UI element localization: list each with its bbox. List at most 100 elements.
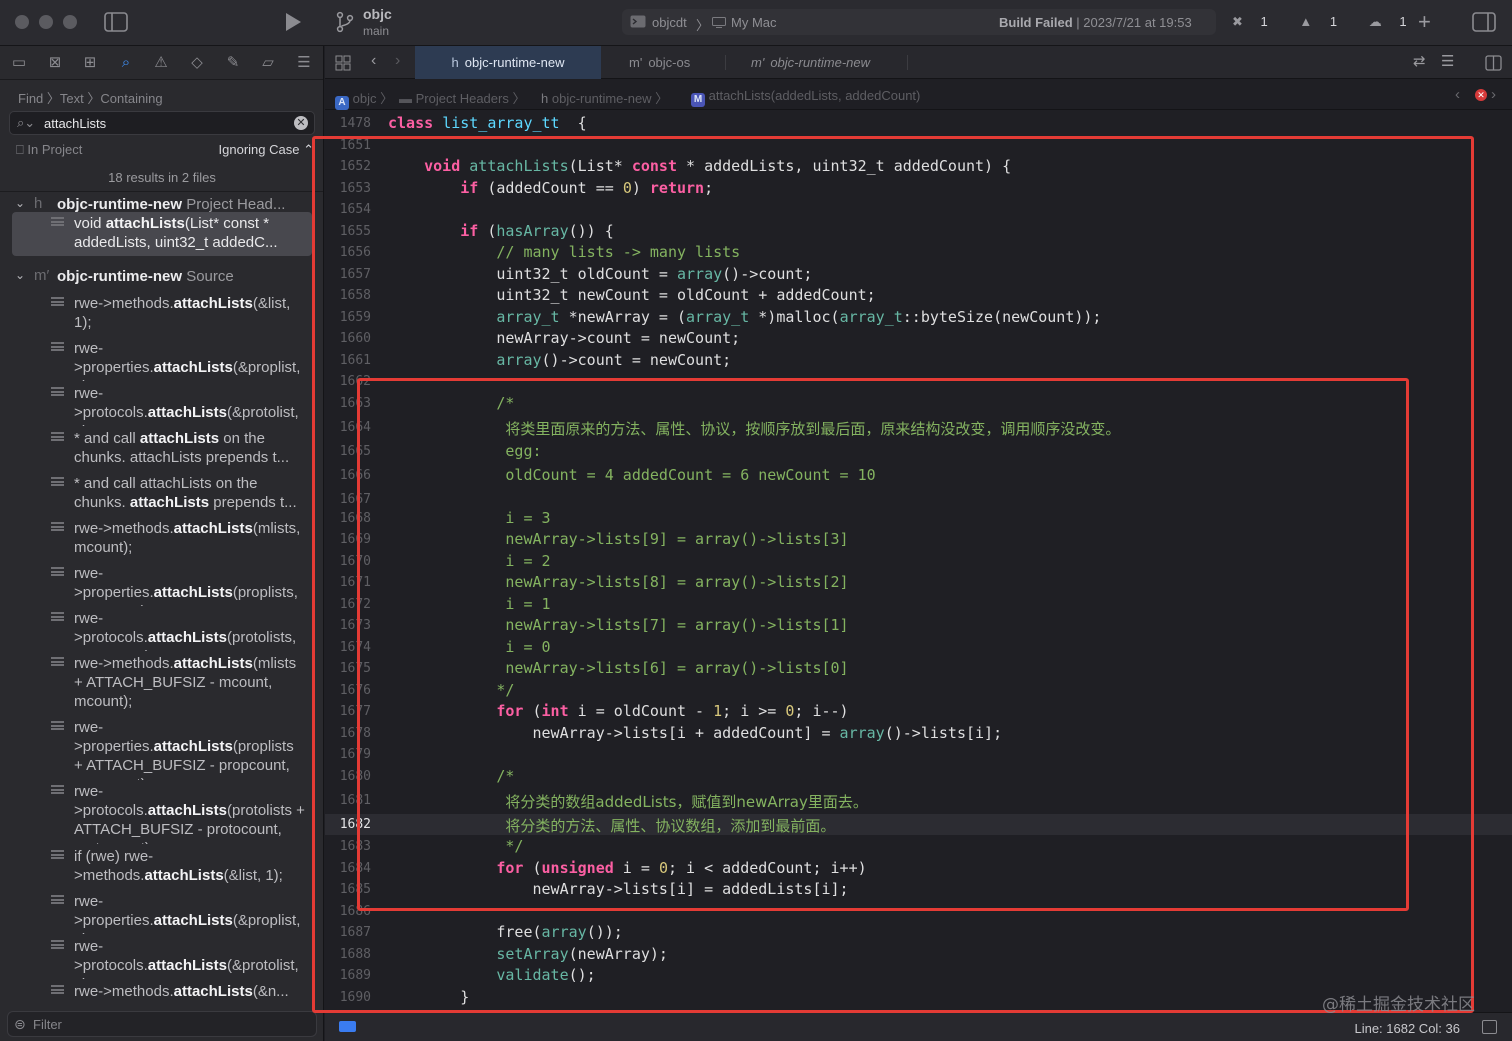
code-line[interactable]: 1683 */: [325, 836, 1512, 857]
search-result-item[interactable]: rwe->protocols.attachLists(protolists, p…: [12, 607, 312, 651]
code-line[interactable]: 1658 uint32_t newCount = oldCount + adde…: [325, 285, 1512, 306]
warning-badge[interactable]: ▲ 1: [1299, 14, 1351, 29]
search-result-item[interactable]: rwe->protocols.attachLists(protolists + …: [12, 780, 312, 844]
search-result-item[interactable]: rwe->methods.attachLists(mlists + ATTACH…: [12, 652, 312, 716]
code-line[interactable]: 1653 if (addedCount == 0) return;: [325, 178, 1512, 199]
code-line[interactable]: 1667: [325, 489, 1512, 510]
code-line[interactable]: 1659 array_t *newArray = (array_t *)mall…: [325, 307, 1512, 328]
filter-field[interactable]: ⊜ Filter: [7, 1011, 317, 1037]
code-line[interactable]: 1678 newArray->lists[i + addedCount] = a…: [325, 723, 1512, 744]
code-line[interactable]: 1684 for (unsigned i = 0; i < addedCount…: [325, 858, 1512, 879]
find-mode-type[interactable]: Text: [60, 91, 84, 106]
search-result-item[interactable]: void attachLists(List* const * addedList…: [12, 212, 312, 256]
split-editor-icon[interactable]: [1485, 55, 1502, 71]
issue-badges[interactable]: ✖ 1 ▲ 1 ☁ 1: [1232, 14, 1435, 30]
close-window-button[interactable]: [15, 15, 29, 29]
zoom-window-button[interactable]: [63, 15, 77, 29]
disclosure-chevron-icon[interactable]: ⌄: [15, 268, 25, 282]
find-mode-match[interactable]: Containing: [100, 91, 162, 106]
breakpoint-icon[interactable]: ▱: [259, 54, 277, 72]
code-line[interactable]: 1656 // many lists -> many lists: [325, 242, 1512, 263]
editor-options-icon[interactable]: ☰: [1441, 54, 1454, 69]
error-marker-icon[interactable]: ✕: [1475, 89, 1487, 101]
next-issue-icon[interactable]: ›: [1491, 86, 1496, 103]
code-line[interactable]: 1657 uint32_t oldCount = array()->count;: [325, 264, 1512, 285]
grid-icon[interactable]: [335, 55, 351, 71]
add-icon[interactable]: +: [1418, 11, 1431, 33]
code-line[interactable]: 1672 i = 1: [325, 594, 1512, 615]
code-line[interactable]: 1680 /*: [325, 766, 1512, 787]
report-icon[interactable]: ☰: [295, 54, 313, 72]
jump-bar-symbol[interactable]: M attachLists(addedLists, addedCount): [691, 88, 920, 107]
code-line[interactable]: 1679: [325, 744, 1512, 765]
find-mode-path[interactable]: Find 〉Text 〉Containing: [18, 88, 163, 107]
source-control-icon[interactable]: ⊠: [46, 54, 64, 72]
search-scope[interactable]: In Project: [27, 142, 82, 157]
code-line[interactable]: 1688 setArray(newArray);: [325, 944, 1512, 965]
debug-icon[interactable]: ✎: [224, 54, 242, 72]
destination-name[interactable]: My Mac: [731, 15, 777, 30]
code-line[interactable]: 1655 if (hasArray()) {: [325, 221, 1512, 242]
code-line[interactable]: 1676 */: [325, 680, 1512, 701]
project-name[interactable]: objc: [363, 6, 392, 22]
back-arrow-icon[interactable]: ‹: [371, 53, 376, 69]
tab-objc-os[interactable]: m' objc-os: [629, 46, 690, 79]
code-line[interactable]: 1654: [325, 199, 1512, 220]
code-line[interactable]: 1662: [325, 371, 1512, 392]
sidebar-toggle-icon[interactable]: [104, 12, 128, 32]
find-mode-action[interactable]: Find: [18, 91, 43, 106]
code-line[interactable]: 1668 i = 3: [325, 508, 1512, 529]
inspector-toggle-icon[interactable]: [1472, 12, 1496, 32]
search-result-item[interactable]: rwe->methods.attachLists(&list, 1);: [12, 292, 312, 336]
code-line[interactable]: 1677 for (int i = oldCount - 1; i >= 0; …: [325, 701, 1512, 722]
code-line[interactable]: 1664 将类里面原来的方法、属性、协议，按顺序放到最后面，原来结构没改变，调用…: [325, 417, 1512, 438]
error-badge[interactable]: ✖ 1: [1232, 14, 1282, 29]
disclosure-chevron-icon[interactable]: ⌄: [15, 196, 25, 210]
scheme-name[interactable]: objcdt: [652, 15, 687, 30]
jump-bar-project[interactable]: A objc 〉: [335, 88, 393, 110]
swap-icon[interactable]: ⇄: [1413, 54, 1426, 69]
search-input[interactable]: attachLists: [44, 116, 106, 131]
run-icon[interactable]: [284, 12, 302, 32]
tab-objc-runtime-new-source[interactable]: m' objc-runtime-new: [751, 46, 870, 79]
code-line[interactable]: 1685 newArray->lists[i] = addedLists[i];: [325, 879, 1512, 900]
search-icon[interactable]: ⌕: [117, 54, 135, 72]
search-result-item[interactable]: * and call attachLists on the chunks. at…: [12, 427, 312, 471]
folder-icon[interactable]: ▭: [10, 54, 28, 72]
code-line[interactable]: 1673 newArray->lists[7] = array()->lists…: [325, 615, 1512, 636]
code-line[interactable]: 1660 newArray->count = newCount;: [325, 328, 1512, 349]
result-file-group[interactable]: ⌄ m′ objc-runtime-new Source: [0, 266, 323, 288]
code-line[interactable]: 1687 free(array());: [325, 922, 1512, 943]
debug-area-toggle-icon[interactable]: [339, 1021, 356, 1032]
pane-toggle-icon[interactable]: [1482, 1020, 1497, 1034]
code-line[interactable]: 1652 void attachLists(List* const * adde…: [325, 156, 1512, 177]
search-result-item[interactable]: rwe->properties.attachLists(&proplist, 1…: [12, 337, 312, 381]
code-line[interactable]: 1682 将分类的方法、属性、协议数组，添加到最前面。: [325, 814, 1512, 835]
minimize-window-button[interactable]: [39, 15, 53, 29]
search-result-item[interactable]: * and call attachLists on the chunks. at…: [12, 472, 312, 516]
jump-bar-file[interactable]: h objc-runtime-new 〉: [541, 88, 668, 107]
search-result-item[interactable]: rwe->protocols.attachLists(&protolist, 1…: [12, 382, 312, 426]
previous-issue-icon[interactable]: ‹: [1455, 86, 1460, 103]
jump-bar-group[interactable]: ▬ Project Headers 〉: [399, 88, 525, 107]
code-line[interactable]: 1478 class list_array_tt {: [325, 113, 1512, 134]
search-result-item[interactable]: rwe->properties.attachLists(&proplist, 1…: [12, 890, 312, 934]
code-line[interactable]: 1681 将分类的数组addedLists，赋值到newArray里面去。: [325, 790, 1512, 811]
code-line[interactable]: 1665 egg:: [325, 441, 1512, 462]
code-line[interactable]: 1666 oldCount = 4 addedCount = 6 newCoun…: [325, 465, 1512, 486]
cloud-issue-badge[interactable]: ☁ 1: [1369, 14, 1421, 29]
test-icon[interactable]: ◇: [188, 54, 206, 72]
code-line[interactable]: 1651: [325, 135, 1512, 156]
code-line[interactable]: 1671 newArray->lists[8] = array()->lists…: [325, 572, 1512, 593]
code-line[interactable]: 1686: [325, 901, 1512, 922]
code-line[interactable]: 1675 newArray->lists[6] = array()->lists…: [325, 658, 1512, 679]
search-result-item[interactable]: rwe->methods.attachLists(mlists, mcount)…: [12, 517, 312, 561]
code-line[interactable]: 1663 /*: [325, 393, 1512, 414]
code-line[interactable]: 1669 newArray->lists[9] = array()->lists…: [325, 529, 1512, 550]
search-result-item[interactable]: rwe->properties.attachLists(proplists + …: [12, 716, 312, 780]
code-line[interactable]: 1689 validate();: [325, 965, 1512, 986]
code-line[interactable]: 1661 array()->count = newCount;: [325, 350, 1512, 371]
tab-objc-runtime-new-header[interactable]: h objc-runtime-new: [415, 46, 601, 79]
code-line[interactable]: 1670 i = 2: [325, 551, 1512, 572]
search-result-item[interactable]: rwe->properties.attachLists(proplists, p…: [12, 562, 312, 606]
